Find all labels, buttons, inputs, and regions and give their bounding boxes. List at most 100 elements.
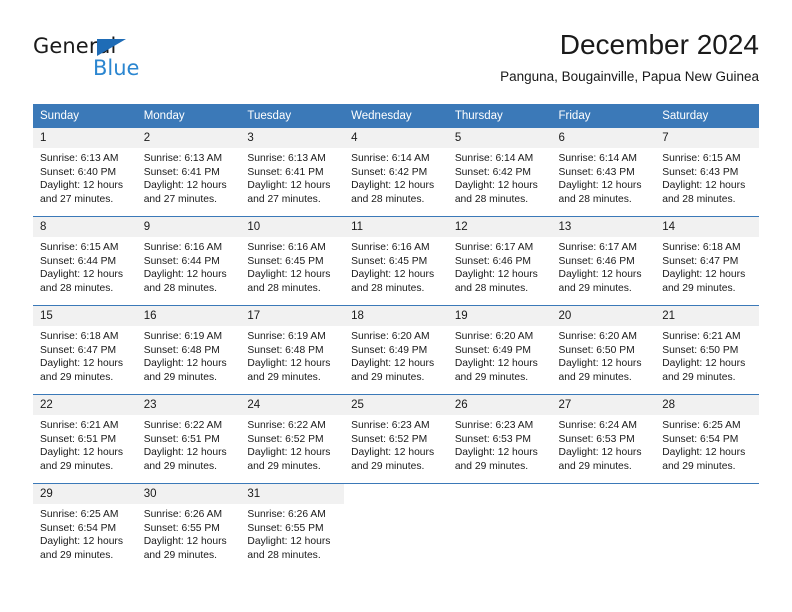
daylight-text: Daylight: 12 hours and 29 minutes. xyxy=(454,447,538,472)
day-cell-13[interactable]: 13 Sunrise: 6:17 AM Sunset: 6:46 PM Dayligh… xyxy=(551,216,656,306)
daylight-text: Daylight: 12 hours and 27 minutes. xyxy=(40,180,123,205)
day-cell-1[interactable]: 1 Sunrise: 6:13 AM Sunset: 6:40 PM Daylight… xyxy=(33,128,137,217)
day-cell-19[interactable]: 19 Sunrise: 6:20 AM Sunset: 6:49 PM Dayligh… xyxy=(447,305,552,395)
day-cell-content: 28 Sunrise: 6:25 AM Sunset: 6:54 PM Dayligh… xyxy=(655,395,759,483)
logo-text-blue: Blue xyxy=(93,56,140,80)
day-cell-12[interactable]: 12 Sunrise: 6:17 AM Sunset: 6:46 PM Dayligh… xyxy=(447,216,552,306)
day-cell-content-empty xyxy=(655,484,759,572)
day-cell-content: 11 Sunrise: 6:16 AM Sunset: 6:45 PM Dayligh… xyxy=(344,217,448,305)
weekday-header-friday: Friday xyxy=(551,104,656,128)
day-cell-18[interactable]: 18 Sunrise: 6:20 AM Sunset: 6:49 PM Dayligh… xyxy=(344,305,448,395)
day-cell-21[interactable]: 21 Sunrise: 6:21 AM Sunset: 6:50 PM Dayligh… xyxy=(655,305,759,395)
day-sun-info: Sunrise: 6:23 AM Sunset: 6:53 PM Daylight:… xyxy=(448,415,552,473)
general-blue-logo[interactable]: General Blue xyxy=(33,34,223,86)
day-cell-8[interactable]: 8 Sunrise: 6:15 AM Sunset: 6:44 PM Daylight… xyxy=(33,216,137,306)
day-cell-28[interactable]: 28 Sunrise: 6:25 AM Sunset: 6:54 PM Dayligh… xyxy=(655,394,759,484)
day-number: 9 xyxy=(136,217,241,237)
sunset-text: Sunset: 6:55 PM xyxy=(247,522,324,534)
sunrise-text: Sunrise: 6:25 AM xyxy=(40,509,119,520)
day-sun-info: Sunrise: 6:21 AM Sunset: 6:51 PM Daylight:… xyxy=(33,415,137,473)
sunset-text: Sunset: 6:50 PM xyxy=(662,344,739,356)
day-sun-info: Sunrise: 6:19 AM Sunset: 6:48 PM Daylight:… xyxy=(137,326,241,384)
day-cell-17[interactable]: 17 Sunrise: 6:19 AM Sunset: 6:48 PM Dayligh… xyxy=(240,305,345,395)
day-cell-content: 17 Sunrise: 6:19 AM Sunset: 6:48 PM Dayligh… xyxy=(240,306,345,394)
sunset-text: Sunset: 6:40 PM xyxy=(40,166,117,178)
sunrise-text: Sunrise: 6:16 AM xyxy=(351,242,430,253)
daylight-text: Daylight: 12 hours and 29 minutes. xyxy=(143,536,227,561)
day-cell-23[interactable]: 23 Sunrise: 6:22 AM Sunset: 6:51 PM Dayligh… xyxy=(136,394,241,484)
day-sun-info: Sunrise: 6:22 AM Sunset: 6:52 PM Daylight:… xyxy=(240,415,344,473)
day-cell-31[interactable]: 31 Sunrise: 6:26 AM Sunset: 6:55 PM Dayligh… xyxy=(240,483,345,572)
day-cell-content-empty xyxy=(447,484,552,572)
day-cell-11[interactable]: 11 Sunrise: 6:16 AM Sunset: 6:45 PM Dayligh… xyxy=(344,216,448,306)
day-cell-25[interactable]: 25 Sunrise: 6:23 AM Sunset: 6:52 PM Dayligh… xyxy=(344,394,448,484)
calendar-page: General Blue December 2024 Panguna, Boug… xyxy=(0,0,792,612)
day-cell-26[interactable]: 26 Sunrise: 6:23 AM Sunset: 6:53 PM Dayligh… xyxy=(447,394,552,484)
day-cell-content: 5 Sunrise: 6:14 AM Sunset: 6:42 PM Daylight… xyxy=(447,128,552,216)
day-number: 10 xyxy=(240,217,345,237)
sunrise-text: Sunrise: 6:24 AM xyxy=(558,420,637,431)
calendar-body: 1 Sunrise: 6:13 AM Sunset: 6:40 PM Daylight… xyxy=(33,128,759,572)
sunset-text: Sunset: 6:49 PM xyxy=(351,344,428,356)
day-sun-info: Sunrise: 6:16 AM Sunset: 6:45 PM Daylight:… xyxy=(240,237,344,295)
day-cell-14[interactable]: 14 Sunrise: 6:18 AM Sunset: 6:47 PM Dayligh… xyxy=(655,216,759,306)
day-cell-empty xyxy=(551,483,656,572)
day-cell-24[interactable]: 24 Sunrise: 6:22 AM Sunset: 6:52 PM Dayligh… xyxy=(240,394,345,484)
day-number: 31 xyxy=(240,484,345,504)
sunset-text: Sunset: 6:52 PM xyxy=(247,433,324,445)
day-cell-30[interactable]: 30 Sunrise: 6:26 AM Sunset: 6:55 PM Dayligh… xyxy=(136,483,241,572)
weekday-header: Sunday Monday Tuesday Wednesday Thursday Frid… xyxy=(33,104,759,128)
day-number: 20 xyxy=(551,306,656,326)
day-number: 24 xyxy=(240,395,345,415)
day-cell-2[interactable]: 2 Sunrise: 6:13 AM Sunset: 6:41 PM Daylight… xyxy=(136,128,241,217)
sunrise-text: Sunrise: 6:17 AM xyxy=(454,242,534,253)
day-cell-content: 9 Sunrise: 6:16 AM Sunset: 6:44 PM Daylight… xyxy=(136,217,241,305)
day-cell-22[interactable]: 22 Sunrise: 6:21 AM Sunset: 6:51 PM Dayligh… xyxy=(33,394,137,484)
logo-triangle-icon xyxy=(97,39,126,56)
weekday-header-saturday: Saturday xyxy=(655,104,759,128)
sunset-text: Sunset: 6:47 PM xyxy=(40,344,117,356)
weekday-header-sunday: Sunday xyxy=(33,104,137,128)
day-cell-content: 6 Sunrise: 6:14 AM Sunset: 6:43 PM Daylight… xyxy=(551,128,656,216)
day-cell-9[interactable]: 9 Sunrise: 6:16 AM Sunset: 6:44 PM Daylight… xyxy=(136,216,241,306)
day-cell-10[interactable]: 10 Sunrise: 6:16 AM Sunset: 6:45 PM Dayligh… xyxy=(240,216,345,306)
title-block: December 2024 Panguna, Bougainville, Pap… xyxy=(500,28,759,85)
day-number: 30 xyxy=(136,484,241,504)
calendar-week-row: 15 Sunrise: 6:18 AM Sunset: 6:47 PM Dayligh… xyxy=(33,305,759,395)
day-cell-3[interactable]: 3 Sunrise: 6:13 AM Sunset: 6:41 PM Daylight… xyxy=(240,128,345,217)
day-cell-29[interactable]: 29 Sunrise: 6:25 AM Sunset: 6:54 PM Dayligh… xyxy=(33,483,137,572)
day-cell-20[interactable]: 20 Sunrise: 6:20 AM Sunset: 6:50 PM Dayligh… xyxy=(551,305,656,395)
day-cell-empty xyxy=(655,483,759,572)
day-cell-content: 27 Sunrise: 6:24 AM Sunset: 6:53 PM Dayligh… xyxy=(551,395,656,483)
sunrise-text: Sunrise: 6:17 AM xyxy=(558,242,637,253)
day-cell-4[interactable]: 4 Sunrise: 6:14 AM Sunset: 6:42 PM Daylight… xyxy=(344,128,448,217)
day-number: 5 xyxy=(447,128,552,148)
day-sun-info: Sunrise: 6:26 AM Sunset: 6:55 PM Daylight:… xyxy=(240,504,344,562)
sunrise-text: Sunrise: 6:23 AM xyxy=(454,420,534,431)
calendar-table: Sunday Monday Tuesday Wednesday Thursday Frid… xyxy=(33,104,759,572)
day-cell-5[interactable]: 5 Sunrise: 6:14 AM Sunset: 6:42 PM Daylight… xyxy=(447,128,552,217)
day-sun-info: Sunrise: 6:18 AM Sunset: 6:47 PM Daylight:… xyxy=(655,237,759,295)
day-cell-16[interactable]: 16 Sunrise: 6:19 AM Sunset: 6:48 PM Dayligh… xyxy=(136,305,241,395)
day-number: 19 xyxy=(447,306,552,326)
day-cell-content: 24 Sunrise: 6:22 AM Sunset: 6:52 PM Dayligh… xyxy=(240,395,345,483)
day-number: 17 xyxy=(240,306,345,326)
day-cell-content: 4 Sunrise: 6:14 AM Sunset: 6:42 PM Daylight… xyxy=(344,128,448,216)
day-cell-7[interactable]: 7 Sunrise: 6:15 AM Sunset: 6:43 PM Daylight… xyxy=(655,128,759,217)
day-sun-info: Sunrise: 6:17 AM Sunset: 6:46 PM Daylight:… xyxy=(448,237,552,295)
day-cell-content-empty xyxy=(551,484,656,572)
daylight-text: Daylight: 12 hours and 29 minutes. xyxy=(558,269,642,294)
daylight-text: Daylight: 12 hours and 29 minutes. xyxy=(351,358,435,383)
weekday-header-tuesday: Tuesday xyxy=(240,104,345,128)
day-number: 3 xyxy=(240,128,345,148)
day-number: 6 xyxy=(551,128,656,148)
daylight-text: Daylight: 12 hours and 28 minutes. xyxy=(351,269,435,294)
sunrise-text: Sunrise: 6:16 AM xyxy=(247,242,326,253)
weekday-header-monday: Monday xyxy=(136,104,241,128)
day-number: 14 xyxy=(655,217,759,237)
day-cell-6[interactable]: 6 Sunrise: 6:14 AM Sunset: 6:43 PM Daylight… xyxy=(551,128,656,217)
day-number: 4 xyxy=(344,128,448,148)
day-cell-15[interactable]: 15 Sunrise: 6:18 AM Sunset: 6:47 PM Dayligh… xyxy=(33,305,137,395)
daylight-text: Daylight: 12 hours and 28 minutes. xyxy=(558,180,642,205)
day-cell-27[interactable]: 27 Sunrise: 6:24 AM Sunset: 6:53 PM Dayligh… xyxy=(551,394,656,484)
